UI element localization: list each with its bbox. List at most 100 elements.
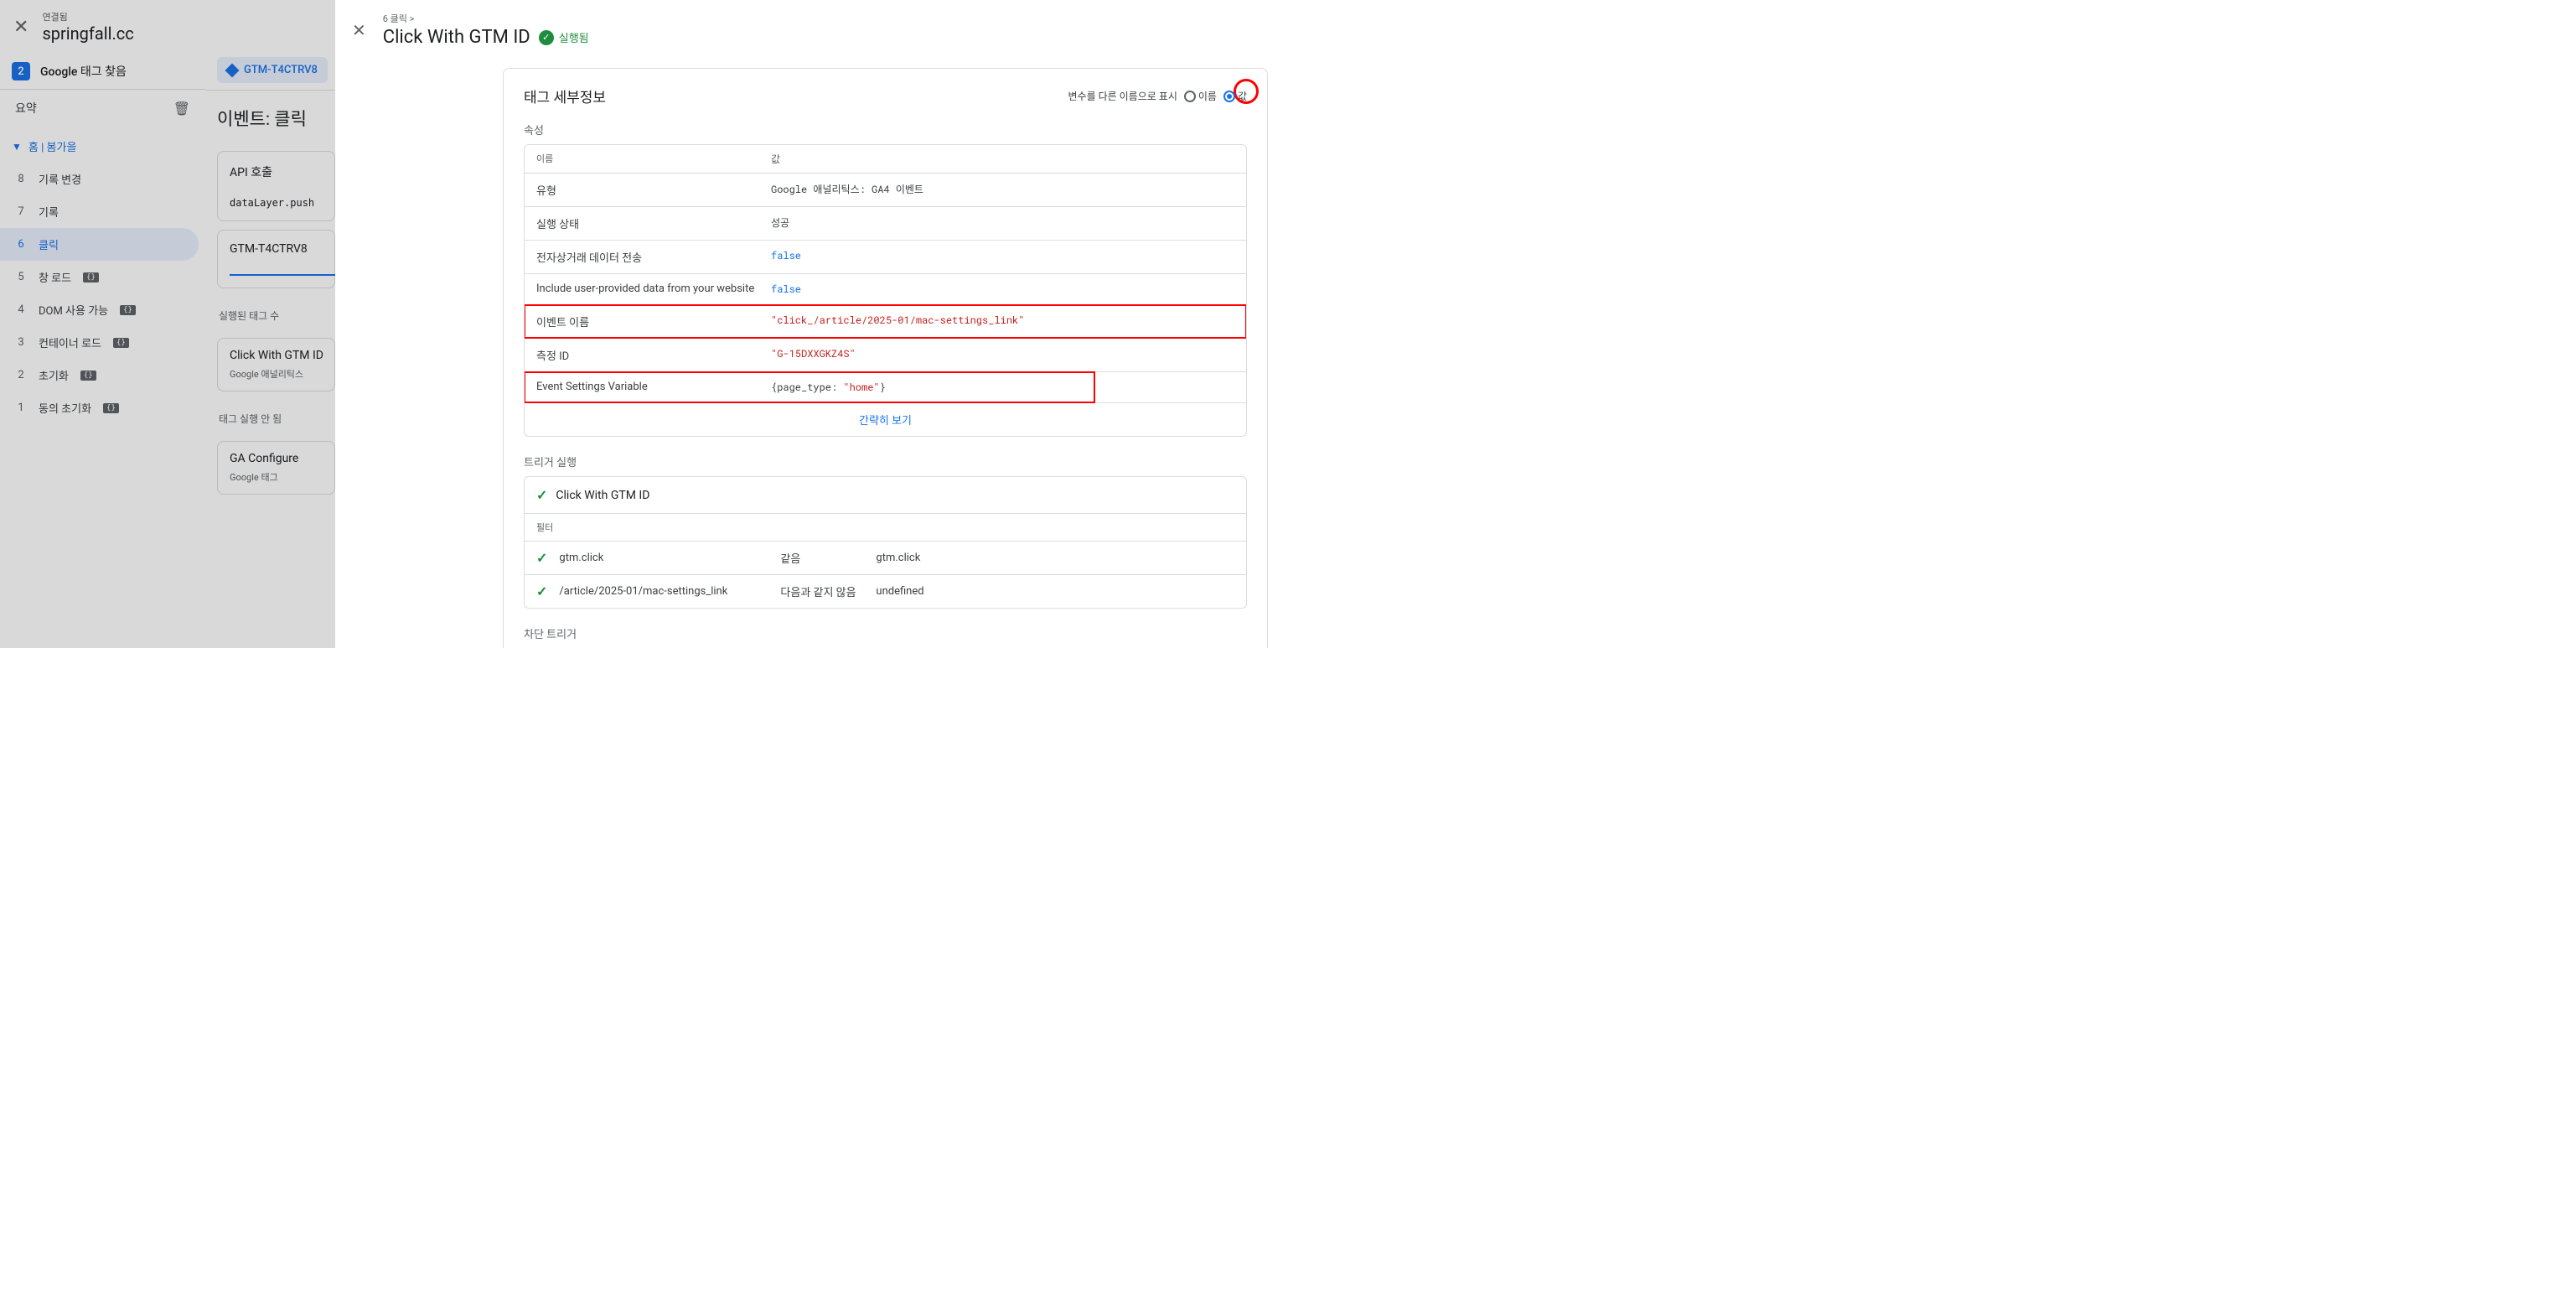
col-header-name: 이름 bbox=[536, 152, 771, 166]
close-icon[interactable]: ✕ bbox=[13, 17, 28, 38]
sidebar-panel: ✕ 연결됨 springfall.cc 2 Google 태그 찾음 요약 🗑 … bbox=[0, 0, 205, 648]
tag-name: GA Configure bbox=[230, 452, 323, 465]
nav-item[interactable]: 7 기록 bbox=[0, 195, 205, 228]
nav-item-num: 3 bbox=[15, 336, 27, 349]
nav-item-num: 6 bbox=[15, 238, 27, 251]
nav-item-num: 1 bbox=[15, 402, 27, 414]
not-executed-label: 태그 실행 안 됨 bbox=[205, 400, 335, 433]
gtm-chip-label: GTM-T4CTRV8 bbox=[244, 64, 318, 76]
card-title: API 호출 bbox=[230, 163, 323, 180]
nav-item-label: 창 로드 bbox=[39, 269, 71, 285]
nav-item[interactable]: 8 기록 변경 bbox=[0, 163, 205, 195]
detail-header: ✕ 6 클릭 > Click With GTM ID ✓ 실행됨 bbox=[335, 0, 1288, 60]
prop-name: Event Settings Variable bbox=[536, 381, 771, 394]
filter-row: ✓ gtm.click 같음 gtm.click bbox=[525, 542, 1246, 575]
chevron-down-icon: ▼ bbox=[12, 141, 22, 153]
summary-row[interactable]: 요약 🗑 bbox=[0, 90, 205, 127]
trigger-header[interactable]: ✓ Click With GTM ID bbox=[525, 477, 1246, 514]
radio-label: 이름 bbox=[1198, 89, 1217, 103]
nav-item-num: 8 bbox=[15, 173, 27, 185]
prop-name: 이벤트 이름 bbox=[536, 314, 771, 329]
prop-value: "G-15DXXGKZ4S" bbox=[771, 347, 1234, 363]
card-code: dataLayer.push bbox=[230, 197, 323, 209]
properties-label: 속성 bbox=[524, 122, 1247, 137]
nav-item[interactable]: 1 동의 초기화 {} bbox=[0, 391, 205, 424]
card-title-row: 태그 세부정보 변수를 다른 이름으로 표시 이름 값 bbox=[524, 86, 1247, 106]
prop-value: Google 애널리틱스: GA4 이벤트 bbox=[771, 182, 1234, 198]
js-badge: {} bbox=[80, 371, 96, 381]
clear-icon[interactable]: 🗑 bbox=[173, 101, 190, 117]
filter-label: 필터 bbox=[525, 514, 1246, 542]
table-header: 이름 값 bbox=[525, 145, 1246, 174]
prop-name: 측정 ID bbox=[536, 347, 771, 363]
nav-item-num: 2 bbox=[15, 369, 27, 381]
filter-value-1: gtm.click bbox=[559, 552, 768, 564]
card-title: 태그 세부정보 bbox=[524, 86, 606, 106]
toggle-label: 변수를 다른 이름으로 표시 bbox=[1068, 89, 1177, 103]
tag-details-card: 태그 세부정보 변수를 다른 이름으로 표시 이름 값 속성 bbox=[503, 68, 1268, 648]
tag-type: Google 태그 bbox=[230, 470, 323, 484]
tag-type: Google 애널리틱스 bbox=[230, 367, 323, 381]
nav-item-label: 컨테이너 로드 bbox=[39, 334, 101, 350]
breadcrumb[interactable]: 6 클릭 > bbox=[383, 12, 589, 25]
nav-item[interactable]: 4 DOM 사용 가능 {} bbox=[0, 293, 205, 326]
radio-option-value[interactable]: 값 bbox=[1223, 89, 1247, 103]
site-name: springfall.cc bbox=[42, 23, 192, 44]
filter-value-2: undefined bbox=[876, 585, 1234, 598]
table-row: 유형 Google 애널리틱스: GA4 이벤트 bbox=[525, 174, 1246, 207]
not-executed-tag-card[interactable]: GA Configure Google 태그 bbox=[217, 441, 335, 495]
connected-label: 연결됨 bbox=[42, 10, 192, 23]
nav-item-label: 동의 초기화 bbox=[39, 400, 91, 416]
nav-item-label: 초기화 bbox=[39, 367, 69, 383]
executed-tag-card[interactable]: Click With GTM ID Google 애널리틱스 bbox=[217, 338, 335, 391]
filter-value-2: gtm.click bbox=[876, 552, 1234, 564]
check-icon: ✓ bbox=[536, 487, 547, 503]
radio-option-name[interactable]: 이름 bbox=[1184, 89, 1217, 103]
collapse-link[interactable]: 간략히 보기 bbox=[525, 403, 1246, 436]
filter-operator: 같음 bbox=[780, 550, 864, 566]
properties-table: 이름 값 유형 Google 애널리틱스: GA4 이벤트 실행 상태 성공 전… bbox=[524, 144, 1247, 437]
nav-item-active[interactable]: 6 클릭 bbox=[0, 228, 199, 261]
underline bbox=[230, 267, 335, 276]
nav-item-label: 기록 변경 bbox=[39, 171, 81, 187]
gtm-id-card[interactable]: GTM-T4CTRV8 bbox=[217, 230, 335, 288]
nav-item-num: 5 bbox=[15, 271, 27, 283]
detail-body: 태그 세부정보 변수를 다른 이름으로 표시 이름 값 속성 bbox=[335, 60, 1288, 648]
gtm-container-chip[interactable]: GTM-T4CTRV8 bbox=[217, 57, 328, 83]
trigger-section-label: 트리거 실행 bbox=[524, 454, 1247, 469]
js-badge: {} bbox=[120, 305, 136, 315]
nav-item[interactable]: 3 컨테이너 로드 {} bbox=[0, 326, 205, 359]
trigger-card: ✓ Click With GTM ID 필터 ✓ gtm.click 같음 gt… bbox=[524, 476, 1247, 609]
tag-found-bar: 2 Google 태그 찾음 bbox=[0, 54, 205, 90]
table-row-highlighted: 이벤트 이름 "click_/article/2025-01/mac-setti… bbox=[525, 305, 1246, 339]
detail-panel: ✕ 6 클릭 > Click With GTM ID ✓ 실행됨 태그 세부정보… bbox=[335, 0, 1288, 648]
event-title: 이벤트: 클릭 bbox=[205, 91, 335, 143]
filter-operator: 다음과 같지 않음 bbox=[780, 583, 864, 599]
js-badge: {} bbox=[83, 272, 99, 283]
radio-selected-icon bbox=[1223, 91, 1235, 102]
executed-tags-label: 실행된 태그 수 bbox=[205, 297, 335, 329]
prop-value: false bbox=[771, 249, 1234, 265]
gtm-chip-row: GTM-T4CTRV8 bbox=[205, 50, 335, 91]
prop-name: 실행 상태 bbox=[536, 215, 771, 231]
status-text: 실행됨 bbox=[559, 29, 589, 45]
nav-item[interactable]: 5 창 로드 {} bbox=[0, 261, 205, 293]
table-row-highlighted: Event Settings Variable {page_type: "hom… bbox=[525, 372, 1246, 403]
api-call-card[interactable]: API 호출 dataLayer.push bbox=[217, 151, 335, 221]
display-toggle: 변수를 다른 이름으로 표시 이름 값 bbox=[1068, 89, 1247, 103]
check-circle-icon: ✓ bbox=[539, 30, 554, 45]
block-title: 차단 트리거 bbox=[524, 625, 1247, 641]
card-value: GTM-T4CTRV8 bbox=[230, 242, 323, 256]
radio-icon bbox=[1184, 91, 1196, 102]
nav-item-num: 4 bbox=[15, 303, 27, 316]
middle-panel: GTM-T4CTRV8 이벤트: 클릭 API 호출 dataLayer.pus… bbox=[205, 0, 335, 648]
nav-item-label: 클릭 bbox=[39, 236, 59, 252]
table-row: 전자상거래 데이터 전송 false bbox=[525, 241, 1246, 274]
col-header-value: 값 bbox=[771, 152, 1234, 166]
nav-group-label: 홈 | 봄가을 bbox=[28, 138, 77, 154]
block-trigger-section: 차단 트리거 차단 트리거 없음 bbox=[524, 625, 1247, 648]
nav-item[interactable]: 2 초기화 {} bbox=[0, 359, 205, 391]
nav-group-header[interactable]: ▼ 홈 | 봄가을 bbox=[0, 130, 205, 163]
js-badge: {} bbox=[103, 403, 119, 413]
close-icon[interactable]: ✕ bbox=[352, 12, 366, 40]
